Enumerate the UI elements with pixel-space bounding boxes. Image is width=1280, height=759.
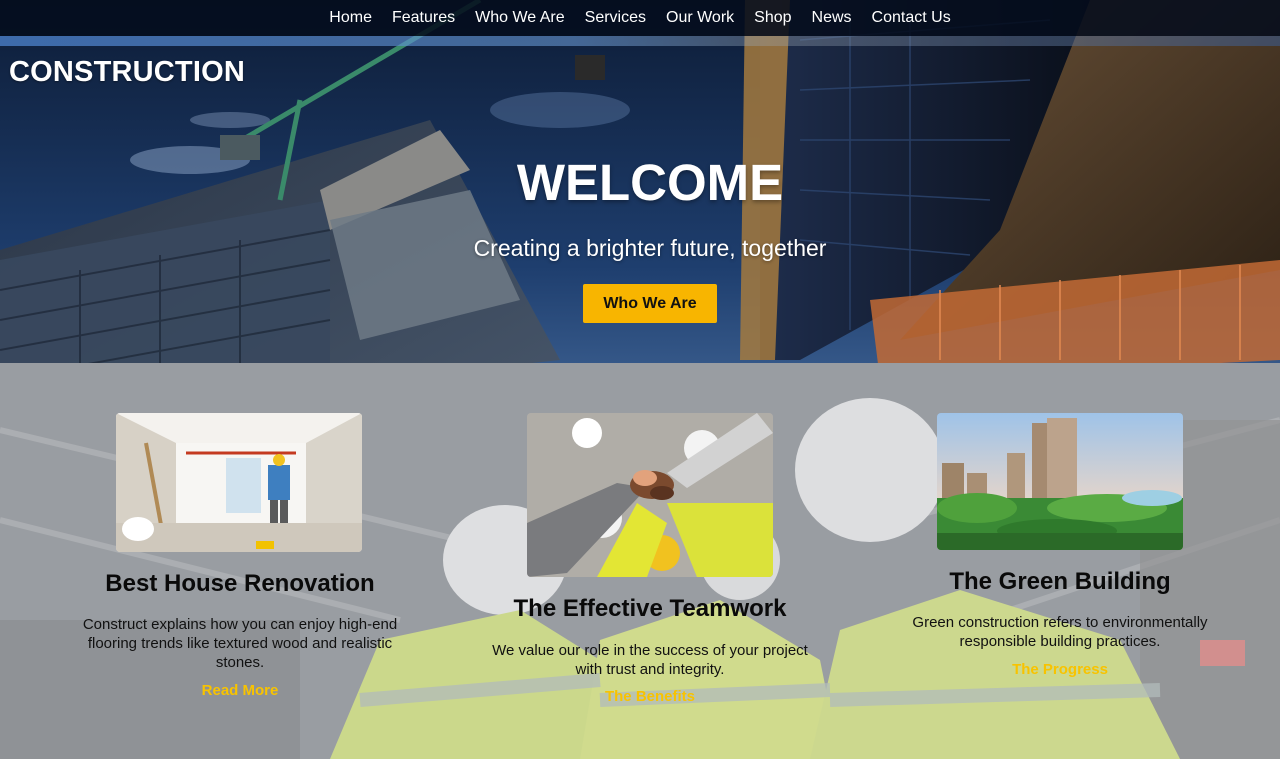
nav-contact-us[interactable]: Contact Us: [862, 1, 961, 35]
nav-our-work[interactable]: Our Work: [656, 1, 744, 35]
card-description: Green construction refers to environment…: [912, 614, 1208, 650]
card-effective-teamwork: The Effective Teamwork We value our role…: [470, 413, 830, 713]
hero-title: WELCOME: [516, 154, 784, 211]
nav-home[interactable]: Home: [319, 1, 382, 35]
card-title: Best House Renovation: [105, 570, 375, 597]
card-house-renovation: Best House Renovation Construct explains…: [60, 413, 420, 713]
nav-shop[interactable]: Shop: [744, 1, 801, 35]
card-image-renovation: [116, 413, 362, 552]
hero-subtitle: Creating a brighter future, together: [473, 235, 827, 261]
nav-services[interactable]: Services: [575, 1, 656, 35]
card-image-green-building: [937, 413, 1183, 550]
page: Home Features Who We Are Services Our Wo…: [0, 0, 1280, 759]
the-progress-link[interactable]: The Progress: [880, 661, 1240, 678]
card-image-teamwork: [527, 413, 773, 577]
card-title: The Green Building: [949, 568, 1171, 595]
read-more-link[interactable]: Read More: [60, 682, 420, 699]
nav-who-we-are[interactable]: Who We Are: [465, 1, 575, 35]
card-description: We value our role in the success of your…: [492, 642, 808, 678]
who-we-are-button[interactable]: Who We Are: [583, 284, 717, 323]
card-title: The Effective Teamwork: [513, 595, 787, 622]
card-description: Construct explains how you can enjoy hig…: [82, 616, 398, 671]
main-nav: Home Features Who We Are Services Our Wo…: [0, 0, 1280, 36]
nav-stripe: [0, 36, 1280, 46]
the-benefits-link[interactable]: The Benefits: [470, 688, 830, 705]
site-logo-text[interactable]: CONSTRUCTION: [9, 56, 245, 89]
card-green-building: The Green Building Green construction re…: [880, 413, 1240, 713]
nav-news[interactable]: News: [802, 1, 862, 35]
nav-features[interactable]: Features: [382, 1, 465, 35]
